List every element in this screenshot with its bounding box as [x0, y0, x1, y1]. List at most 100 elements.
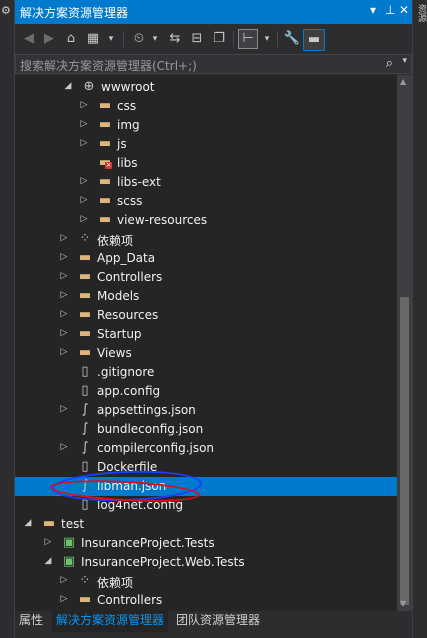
gear-icon[interactable]: ⚙	[1, 4, 11, 17]
tree-item-label: test	[61, 517, 85, 531]
tree-item[interactable]: ▯ app.config	[15, 382, 397, 401]
search-box[interactable]: 搜索解决方案资源管理器(Ctrl+;) ⌕ ▾	[15, 54, 412, 74]
filter-dropdown-icon[interactable]: ▾	[145, 29, 165, 49]
collapse-arrow-icon[interactable]: ◢	[63, 81, 73, 91]
excluded-badge-icon: ×	[105, 161, 112, 169]
tree-item[interactable]: ▷ ▬ App_Data	[15, 249, 397, 268]
expand-arrow-icon[interactable]: ▷	[79, 176, 89, 186]
tree-item[interactable]: ◢ ▬ test	[15, 515, 397, 534]
tree-item-label: .gitignore	[97, 365, 155, 379]
tree-item[interactable]: ▷ ▬ view-resources	[15, 211, 397, 230]
show-all-files-icon[interactable]: ❐	[209, 29, 229, 49]
home-icon[interactable]: ⌂	[61, 29, 81, 49]
dropdown-arrow-icon[interactable]: ▾	[370, 3, 376, 17]
config-file-icon: ▯	[81, 383, 89, 398]
tree-item[interactable]: ▷ ▬ Controllers	[15, 591, 397, 610]
expand-arrow-icon[interactable]: ▷	[59, 290, 69, 300]
tree-item-label: Models	[97, 289, 140, 303]
folder-icon: ▬	[78, 326, 92, 341]
tree-item[interactable]: ▷ ▬ Views	[15, 344, 397, 363]
expand-arrow-icon[interactable]: ▷	[59, 252, 69, 262]
tree-item-label: Startup	[97, 327, 142, 341]
collapse-arrow-icon[interactable]: ◢	[23, 518, 33, 528]
tab-solution-explorer[interactable]: 解决方案资源管理器	[52, 611, 169, 632]
tree-item[interactable]: ▬× libs	[15, 154, 397, 173]
window-title: 解决方案资源管理器	[20, 6, 129, 20]
tree-item[interactable]: ◢ ▣ InsuranceProject.Web.Tests	[15, 553, 397, 572]
toolbar-separator	[233, 31, 234, 47]
tree-item[interactable]: ▷ ∫ compilerconfig.json	[15, 439, 397, 458]
forward-icon[interactable]: ▶	[39, 29, 59, 49]
solution-tree: ◢⊕wwwroot▷▬css▷▬img▷▬js▬×libs▷▬libs-ext▷…	[15, 75, 397, 611]
collapse-arrow-icon[interactable]: ◢	[43, 556, 53, 566]
folder-icon: ▬	[78, 592, 92, 607]
expand-arrow-icon[interactable]: ▷	[43, 537, 53, 547]
tab-team-explorer[interactable]: 团队资源管理器	[172, 611, 264, 631]
preview-dropdown-icon[interactable]: ▾	[257, 29, 277, 49]
expand-arrow-icon[interactable]: ▷	[59, 328, 69, 338]
tree-item[interactable]: ▷ ▬ Startup	[15, 325, 397, 344]
expand-arrow-icon[interactable]: ▷	[59, 271, 69, 281]
scroll-down-icon[interactable]: ▼	[400, 599, 406, 608]
collapse-all-icon[interactable]: ⊟	[187, 29, 207, 49]
tree-item-label: Resources	[97, 308, 159, 322]
tree-item-label: 依赖项	[97, 576, 134, 590]
tree-item-label: Views	[97, 346, 132, 360]
tree-item-label: InsuranceProject.Tests	[81, 536, 215, 550]
tree-item[interactable]: ▷ ▬ css	[15, 97, 397, 116]
tree-item[interactable]: ▷ ▬ scss	[15, 192, 397, 211]
expand-arrow-icon[interactable]: ▷	[59, 233, 69, 243]
back-icon[interactable]: ◀	[19, 29, 39, 49]
tree-item[interactable]: ▷ ▬ libs-ext	[15, 173, 397, 192]
expand-arrow-icon[interactable]: ▷	[79, 119, 89, 129]
switch-views-dropdown-icon[interactable]: ▾	[101, 29, 121, 49]
expand-arrow-icon[interactable]: ▷	[59, 309, 69, 319]
tree-item[interactable]: ▷ ▣ InsuranceProject.Tests	[15, 534, 397, 553]
tree-item[interactable]: ▷ ▬ Models	[15, 287, 397, 306]
left-dock-strip: ⚙	[0, 0, 15, 638]
title-bar: 解决方案资源管理器 ▾ ⊥ ✕	[15, 0, 412, 24]
tree-item[interactable]: ▷ ▬ Resources	[15, 306, 397, 325]
expand-arrow-icon[interactable]: ▷	[59, 404, 69, 414]
sync-icon[interactable]: ⇆	[165, 29, 185, 49]
tree-item-label: 依赖项	[97, 234, 134, 248]
tree-item[interactable]: ▷ ⁘ 依赖项	[15, 230, 397, 249]
tree-item[interactable]: ▷ ▬ Controllers	[15, 268, 397, 287]
expand-arrow-icon[interactable]: ▷	[59, 442, 69, 452]
tree-item[interactable]: ▷ ▬ img	[15, 116, 397, 135]
expand-arrow-icon[interactable]: ▷	[79, 214, 89, 224]
expand-arrow-icon[interactable]: ▷	[59, 347, 69, 357]
preview-selected-icon[interactable]: ⊢	[238, 29, 258, 49]
json-file-icon: ∫	[81, 421, 89, 436]
switch-views-icon[interactable]: ▦	[83, 29, 103, 49]
vertical-scrollbar[interactable]: ▲ ▼	[397, 75, 412, 611]
expand-arrow-icon[interactable]: ▷	[59, 594, 69, 604]
right-dock-strip: 资源	[412, 0, 427, 638]
folder-icon: ▬	[98, 174, 112, 189]
tree-item[interactable]: ▯ Dockerfile	[15, 458, 397, 477]
expand-arrow-icon[interactable]: ▷	[79, 100, 89, 110]
right-dock-label[interactable]: 资源	[415, 4, 427, 22]
scroll-up-icon[interactable]: ▲	[400, 77, 406, 86]
toolbar-separator	[123, 31, 124, 47]
expand-arrow-icon[interactable]: ▷	[79, 138, 89, 148]
expand-arrow-icon[interactable]: ▷	[59, 575, 69, 585]
search-input[interactable]: 搜索解决方案资源管理器(Ctrl+;)	[20, 57, 197, 74]
search-options-dropdown-icon[interactable]: ▾	[402, 56, 407, 66]
preview-toggle-icon[interactable]: ▬	[303, 29, 325, 51]
pin-icon[interactable]: ⊥	[385, 3, 395, 17]
scrollbar-thumb[interactable]	[400, 297, 409, 605]
tree-item[interactable]: ◢ ⊕ wwwroot	[15, 78, 397, 97]
tree-item[interactable]: ▯ log4net.config	[15, 496, 397, 515]
close-icon[interactable]: ✕	[399, 3, 409, 17]
tree-item[interactable]: ▷ ▬ js	[15, 135, 397, 154]
search-icon[interactable]: ⌕	[386, 56, 393, 71]
tree-item[interactable]: ▷ ⁘ 依赖项	[15, 572, 397, 591]
tree-item[interactable]: ∫ bundleconfig.json	[15, 420, 397, 439]
folder-icon: ▬	[78, 269, 92, 284]
tab-properties[interactable]: 属性	[15, 611, 47, 631]
expand-arrow-icon[interactable]: ▷	[79, 195, 89, 205]
properties-wrench-icon[interactable]: 🔧	[282, 29, 302, 49]
tree-item[interactable]: ▷ ∫ appsettings.json	[15, 401, 397, 420]
tree-item[interactable]: ▯ .gitignore	[15, 363, 397, 382]
